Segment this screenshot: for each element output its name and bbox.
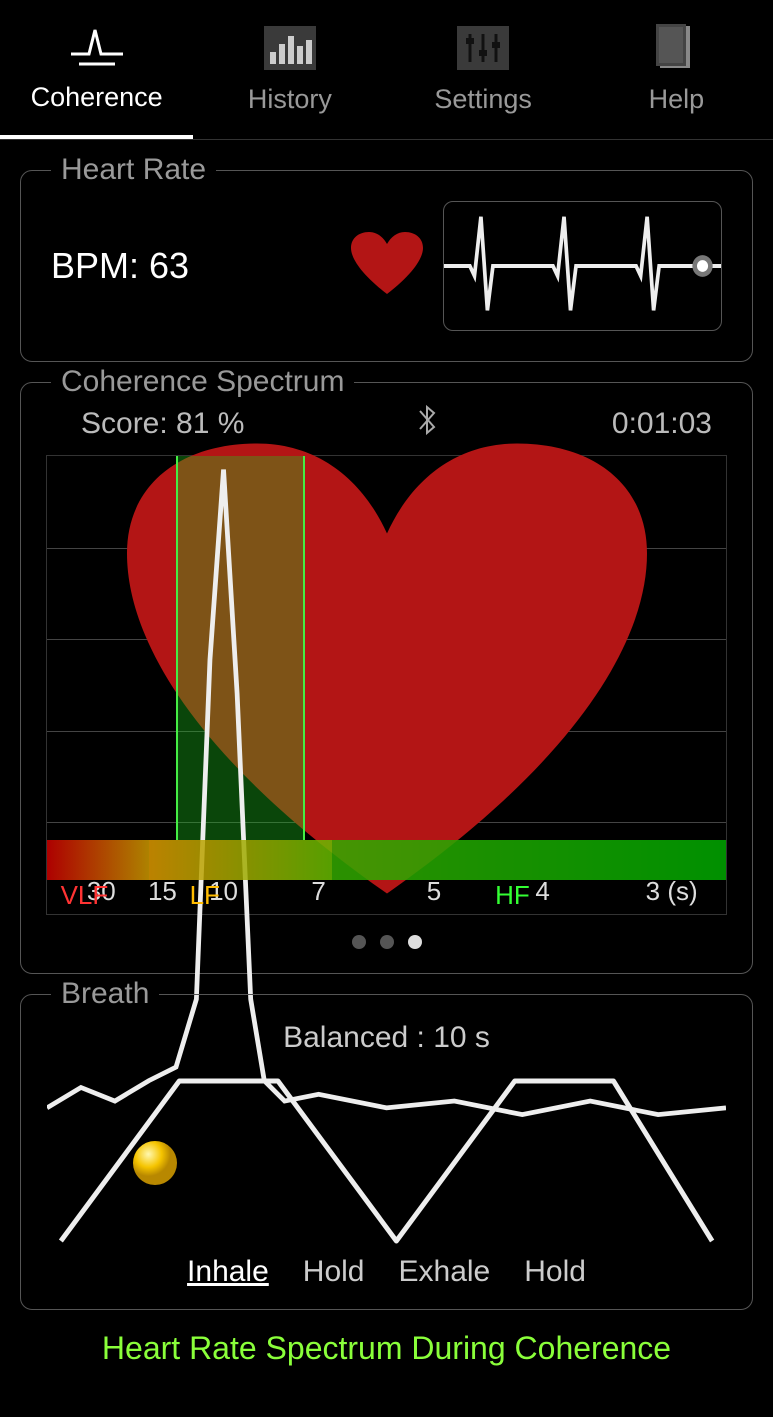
- tab-settings[interactable]: Settings: [387, 0, 580, 139]
- panel-legend: Heart Rate: [51, 153, 216, 187]
- phase-inhale: Inhale: [187, 1255, 269, 1289]
- heart-rate-panel: Heart Rate BPM: 63: [20, 170, 753, 362]
- ecg-preview[interactable]: [443, 201, 722, 331]
- footer-caption: Heart Rate Spectrum During Coherence: [0, 1330, 773, 1367]
- breath-guide[interactable]: [51, 1061, 722, 1251]
- tab-history[interactable]: History: [193, 0, 386, 139]
- sliders-icon: [457, 24, 509, 72]
- phase-exhale: Exhale: [399, 1255, 491, 1289]
- tab-label: Coherence: [31, 82, 163, 113]
- breath-ball-icon: [131, 1139, 179, 1192]
- bar-chart-icon: [264, 24, 316, 72]
- tab-label: Help: [649, 84, 705, 115]
- tab-label: Settings: [434, 84, 532, 115]
- score-readout: Score: 81 %: [81, 407, 244, 441]
- phase-hold-2: Hold: [524, 1255, 586, 1289]
- tab-bar: Coherence History Settings Help: [0, 0, 773, 140]
- book-icon: [656, 24, 696, 72]
- tab-label: History: [248, 84, 332, 115]
- spectrum-chart[interactable]: 30 15 10 7 5 4 3 (s) VLF LF HF: [46, 455, 727, 915]
- pulse-icon: [69, 22, 125, 70]
- phase-hold: Hold: [303, 1255, 365, 1289]
- tab-coherence[interactable]: Coherence: [0, 0, 193, 139]
- bluetooth-icon: [414, 403, 442, 445]
- panel-legend: Coherence Spectrum: [51, 365, 354, 399]
- breath-panel: Breath Balanced : 10 s Inhale Hold Exhal…: [20, 994, 753, 1310]
- breath-phase-labels: Inhale Hold Exhale Hold: [41, 1255, 732, 1289]
- elapsed-time: 0:01:03: [612, 407, 712, 441]
- band-labels: VLF LF HF: [47, 880, 726, 914]
- panel-legend: Breath: [51, 977, 159, 1011]
- spectrum-panel: Coherence Spectrum Score: 81 % 0:01:03 3…: [20, 382, 753, 974]
- tab-help[interactable]: Help: [580, 0, 773, 139]
- heart-icon: [351, 232, 423, 301]
- breath-mode: Balanced : 10 s: [41, 1021, 732, 1055]
- bpm-readout: BPM: 63: [51, 245, 331, 287]
- frequency-band-bar: [47, 840, 726, 880]
